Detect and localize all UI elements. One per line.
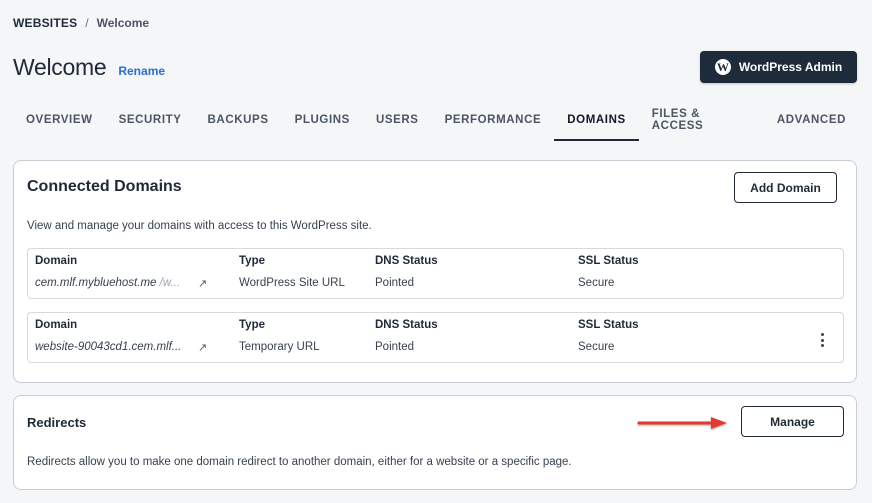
domain-name: cem.mlf.mybluehost.me /w...: [35, 277, 180, 289]
external-link-icon[interactable]: ↗: [198, 341, 207, 354]
tab-plugins[interactable]: PLUGINS: [282, 100, 363, 141]
tab-advanced[interactable]: ADVANCED: [764, 100, 859, 141]
tab-domains[interactable]: DOMAINS: [554, 100, 639, 141]
add-domain-button[interactable]: Add Domain: [734, 172, 837, 203]
title-row: Welcome Rename: [13, 54, 165, 81]
column-header-domain: Domain: [35, 319, 78, 331]
column-header-dns-status: DNS Status: [375, 255, 438, 267]
tab-overview[interactable]: OVERVIEW: [13, 100, 106, 141]
more-options-icon[interactable]: [819, 333, 825, 347]
column-header-ssl-status: SSL Status: [578, 319, 639, 331]
ssl-status: Secure: [578, 277, 615, 289]
redirects-card: Redirects Manage Redirects allow you to …: [13, 395, 857, 490]
breadcrumb: WEBSITES / Welcome: [13, 16, 149, 30]
domain-name: website-90043cd1.cem.mlf...: [35, 341, 182, 353]
connected-domains-card: Connected Domains Add Domain View and ma…: [13, 160, 857, 383]
ssl-status: Secure: [578, 341, 615, 353]
column-header-type: Type: [239, 319, 265, 331]
column-header-ssl-status: SSL Status: [578, 255, 639, 267]
annotation-arrow-icon: [637, 417, 727, 429]
connected-domains-description: View and manage your domains with access…: [27, 220, 372, 232]
breadcrumb-separator: /: [85, 16, 89, 30]
domain-row: Domain Type DNS Status SSL Status websit…: [27, 312, 844, 363]
manage-redirects-button[interactable]: Manage: [741, 406, 844, 437]
column-header-domain: Domain: [35, 255, 78, 267]
page-title: Welcome: [13, 54, 107, 80]
breadcrumb-websites-link[interactable]: WEBSITES: [13, 16, 77, 30]
dns-status: Pointed: [375, 277, 415, 289]
domain-row: Domain Type DNS Status SSL Status cem.ml…: [27, 248, 844, 299]
redirects-description: Redirects allow you to make one domain r…: [27, 456, 572, 468]
connected-domains-title: Connected Domains: [27, 178, 182, 195]
domain-type: Temporary URL: [239, 341, 320, 353]
domain-path: /w...: [159, 277, 181, 289]
dns-status: Pointed: [375, 341, 415, 353]
tab-security[interactable]: SECURITY: [106, 100, 195, 141]
tab-backups[interactable]: BACKUPS: [195, 100, 282, 141]
domain-name-text: cem.mlf.mybluehost.me: [35, 277, 157, 289]
wordpress-admin-button[interactable]: W WordPress Admin: [700, 51, 857, 83]
site-tabs: OVERVIEW SECURITY BACKUPS PLUGINS USERS …: [13, 100, 859, 141]
redirects-title: Redirects: [27, 415, 87, 430]
column-header-type: Type: [239, 255, 265, 267]
tab-performance[interactable]: PERFORMANCE: [432, 100, 555, 141]
tab-users[interactable]: USERS: [363, 100, 432, 141]
column-header-dns-status: DNS Status: [375, 319, 438, 331]
breadcrumb-current: Welcome: [96, 16, 150, 30]
domain-type: WordPress Site URL: [239, 277, 345, 289]
rename-link[interactable]: Rename: [118, 64, 165, 78]
tab-files-access[interactable]: FILES & ACCESS: [639, 100, 764, 141]
external-link-icon[interactable]: ↗: [198, 277, 207, 290]
wordpress-logo-icon: W: [714, 59, 731, 75]
wordpress-admin-label: WordPress Admin: [738, 60, 843, 74]
